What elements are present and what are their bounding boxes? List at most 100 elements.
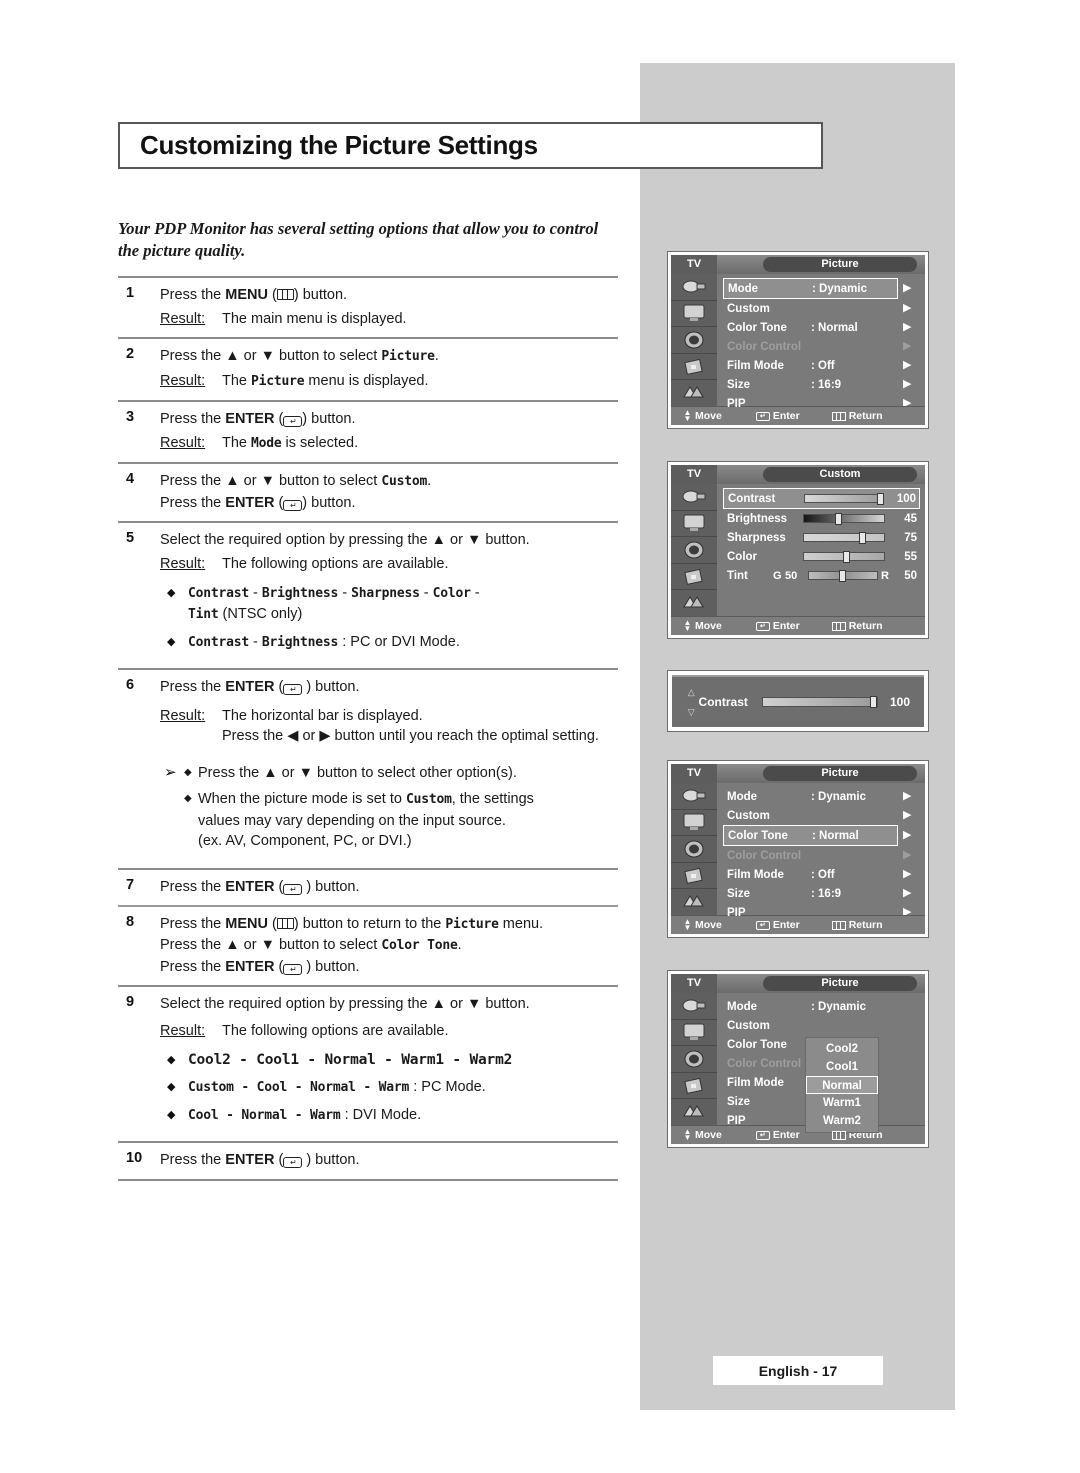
osd-titlebar: TV Picture [671,974,925,993]
step-2: 2 Press the ▲ or ▼ button to select Pict… [118,339,618,400]
chevron-right-icon[interactable]: ▶ [903,787,925,806]
osd-row-pip[interactable]: PIP [723,903,898,922]
slider-color[interactable]: Color 55 [723,547,920,566]
monitor-icon[interactable] [671,1020,717,1047]
slider-sharpness[interactable]: Sharpness 75 [723,528,920,547]
dropdown-item-warm1[interactable]: Warm1 [806,1094,878,1112]
osd-screenshot-colortone-dropdown: TV Picture Mode: Dynamic Custom Color T… [667,970,929,1148]
osd-tab-title: Picture [763,976,917,991]
monitor-icon[interactable] [671,511,717,538]
down-triangle-icon: ▽ [687,707,695,717]
chevron-right-icon[interactable]: ▶ [903,806,925,825]
speaker-icon[interactable] [671,537,717,564]
slider-contrast[interactable]: Contrast 100 [723,488,920,509]
slider-knob[interactable] [876,493,884,505]
chevron-right-icon[interactable]: ▶ [903,825,925,846]
footer-enter-label: Enter [772,620,800,632]
slider-track[interactable] [808,570,878,582]
osd-row-custom[interactable]: Custom [723,299,898,318]
dropdown-item-cool1[interactable]: Cool1 [806,1058,878,1076]
osd-row-color-tone[interactable]: Color Tone : Normal [723,318,898,337]
osd-row-color-tone[interactable]: Color Tone : Normal [723,825,898,846]
input-connector-icon[interactable] [671,993,717,1020]
dropdown-item-cool2[interactable]: Cool2 [806,1040,878,1058]
chip-icon[interactable] [671,863,717,890]
osd-row-custom[interactable]: Custom [723,806,898,825]
up-down-triangles-icon: △ x ▽ [686,687,697,717]
osd-screenshot-custom: TV Custom Contrast 100 Brightness 45 Sha… [667,461,929,639]
contrast-bar-knob[interactable] [869,696,877,708]
osd-row-film-mode[interactable]: Film Mode : Off [723,356,898,375]
footer-return-label: Return [848,620,883,632]
chevron-right-icon[interactable]: ▶ [903,299,925,318]
note-text: Press the ▲ or ▼ button to select other … [198,764,517,781]
pages-icon[interactable] [671,1099,717,1125]
bullet-mono: Cool - Normal - Warm [188,1108,341,1123]
chevron-right-icon[interactable]: ▶ [903,356,925,375]
slider-knob[interactable] [835,513,843,525]
chevron-right-icon[interactable]: ▶ [903,865,925,884]
input-connector-icon[interactable] [671,274,717,301]
osd-sidebar [671,484,717,616]
speaker-icon[interactable] [671,1046,717,1073]
chip-icon[interactable] [671,1073,717,1100]
speaker-icon[interactable] [671,836,717,863]
slider-knob[interactable] [839,570,846,582]
step-6: 6 Press the ENTER (↵ ) button. Result: T… [118,670,618,755]
step-1: 1 Press the MENU () button. Result: The … [118,278,618,337]
osd-row-mode[interactable]: Mode : Dynamic [723,787,898,806]
color-tone-dropdown[interactable]: Cool2 Cool1 Normal Warm1 Warm2 [805,1037,879,1133]
step-4: 4 Press the ▲ or ▼ button to select Cust… [118,464,618,521]
speaker-icon[interactable] [671,327,717,354]
contrast-bar-track[interactable] [761,696,878,708]
chevron-right-icon[interactable]: ▶ [903,318,925,337]
bullet-text: Contrast - Brightness : PC or DVI Mode. [188,634,460,650]
step-number: 2 [126,346,135,362]
osd-row-size[interactable]: Size : 16:9 [723,884,898,903]
osd-tab-title: Picture [763,257,917,272]
footer-move-label: Move [695,410,722,422]
osd-row-custom[interactable]: Custom [723,1016,898,1035]
input-connector-icon[interactable] [671,783,717,810]
pages-icon[interactable] [671,889,717,915]
chevron-right-icon[interactable]: ▶ [903,278,925,299]
osd-row-size[interactable]: Size : 16:9 [723,375,898,394]
step-number: 1 [126,285,135,301]
slider-value: 75 [904,531,917,544]
monitor-icon[interactable] [671,810,717,837]
slider-track[interactable] [804,493,884,505]
bullet-item: ◆ Custom - Cool - Normal - Warm : PC Mod… [160,1077,618,1098]
osd-row-film-mode[interactable]: Film Mode : Off [723,865,898,884]
monitor-icon[interactable] [671,301,717,328]
osd-arrow-column: ▶ ▶ ▶ ▶ ▶ ▶ ▶ [903,274,925,409]
slider-knob[interactable] [843,551,851,563]
chevron-right-icon[interactable]: ▶ [903,375,925,394]
result-text: The following options are available. [222,1022,449,1039]
osd-row-pip[interactable]: PIP [723,394,898,413]
result-text: The following options are available. [222,555,449,572]
dropdown-item-normal[interactable]: Normal [806,1076,878,1094]
osd-row-mode[interactable]: Mode : Dynamic [723,997,898,1016]
row-label: Film Mode [727,868,784,881]
chevron-right-icon[interactable]: ▶ [903,884,925,903]
slider-tint[interactable]: Tint G 50 R 50 [723,566,920,585]
slider-knob[interactable] [859,532,867,544]
input-connector-icon[interactable] [671,484,717,511]
pages-icon[interactable] [671,380,717,406]
chip-icon[interactable] [671,564,717,591]
footer-move-label: Move [695,620,722,632]
contrast-bar-value: 100 [889,695,910,709]
step-number: 5 [126,530,135,546]
slider-track[interactable] [803,532,885,544]
slider-brightness[interactable]: Brightness 45 [723,509,920,528]
result-label: Result: [160,434,206,451]
result-label: Result: [160,372,206,389]
slider-track[interactable] [803,513,885,525]
slider-track[interactable] [803,551,885,563]
pages-icon[interactable] [671,590,717,616]
chip-icon[interactable] [671,354,717,381]
dropdown-item-warm2[interactable]: Warm2 [806,1112,878,1130]
step-instruction: Select the required option by pressing t… [160,996,530,1012]
osd-row-mode[interactable]: Mode : Dynamic [723,278,898,299]
bullet-plain: : DVI Mode. [340,1107,422,1123]
